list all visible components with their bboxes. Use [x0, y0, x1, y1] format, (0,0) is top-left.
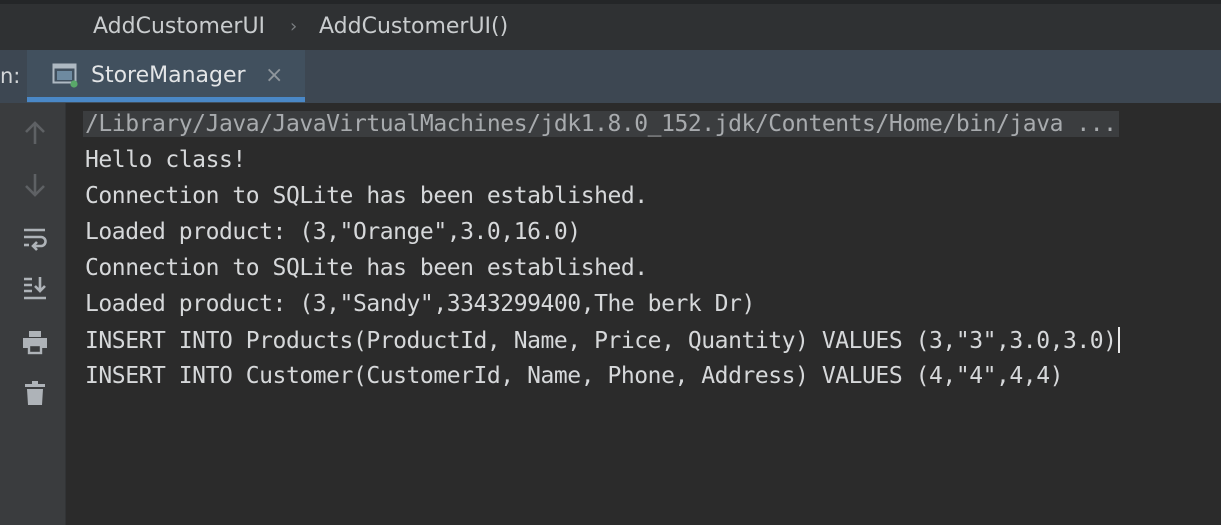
soft-wrap-icon[interactable] — [20, 223, 50, 253]
console-window-icon — [52, 62, 78, 88]
console-line: Hello class! — [85, 147, 246, 173]
run-panel-label: n: — [0, 64, 21, 88]
arrow-down-icon[interactable] — [20, 170, 50, 200]
text-caret — [1117, 327, 1120, 353]
breadcrumb: AddCustomerUI › AddCustomerUI() — [0, 0, 1221, 50]
breadcrumb-class[interactable]: AddCustomerUI — [93, 14, 265, 39]
close-tab-icon[interactable]: × — [265, 63, 283, 88]
console-line: Loaded product: (3,"Sandy",3343299400,Th… — [85, 291, 755, 317]
console-toolbar — [0, 103, 66, 525]
print-icon[interactable] — [20, 327, 50, 357]
breadcrumb-separator: › — [290, 16, 298, 37]
console-line-command: /Library/Java/JavaVirtualMachines/jdk1.8… — [83, 111, 1119, 137]
active-tab-indicator — [27, 97, 305, 102]
console-output[interactable]: /Library/Java/JavaVirtualMachines/jdk1.8… — [67, 103, 1221, 525]
console-line-text: INSERT INTO Products(ProductId, Name, Pr… — [85, 328, 1117, 354]
trash-icon[interactable] — [20, 378, 50, 408]
console-line: Loaded product: (3,"Orange",3.0,16.0) — [85, 219, 581, 245]
console-line-with-caret: INSERT INTO Products(ProductId, Name, Pr… — [85, 327, 1120, 354]
console-line: INSERT INTO Customer(CustomerId, Name, P… — [85, 363, 1063, 389]
arrow-up-icon[interactable] — [20, 118, 50, 148]
breadcrumb-method[interactable]: AddCustomerUI() — [319, 14, 508, 39]
scroll-to-end-icon[interactable] — [20, 273, 50, 303]
tab-title: StoreManager — [91, 63, 246, 88]
run-tab-bar: n: StoreManager × — [0, 50, 1221, 103]
console-line: Connection to SQLite has been establishe… — [85, 255, 648, 281]
console-line: Connection to SQLite has been establishe… — [85, 183, 648, 209]
